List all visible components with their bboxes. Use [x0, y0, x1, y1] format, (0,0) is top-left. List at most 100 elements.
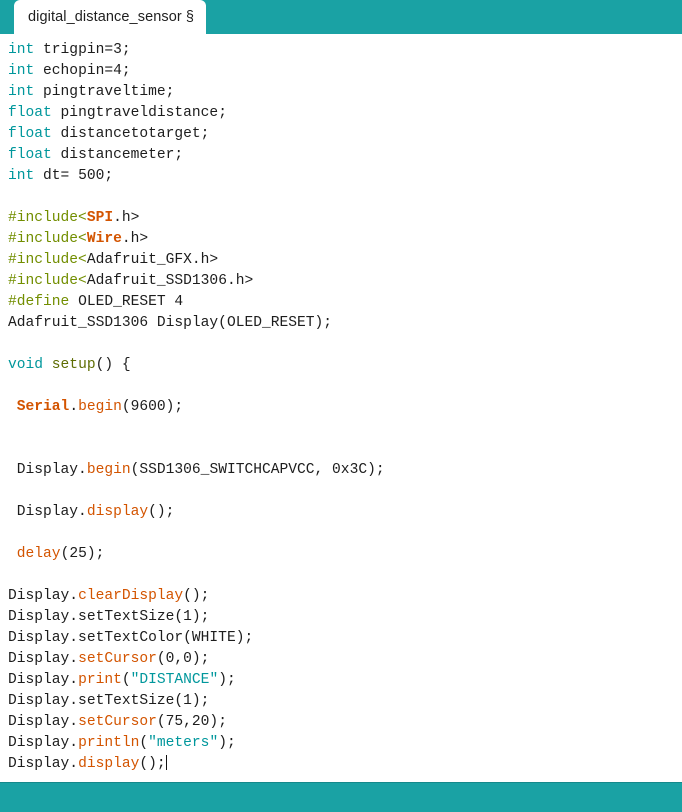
code-token-preprocessor: #define — [8, 294, 70, 310]
code-line: Display.setCursor(0,0); — [8, 649, 682, 670]
code-token-plain: Display.setTextColor(WHITE); — [8, 630, 254, 646]
code-token-plain: OLED_RESET 4 — [69, 294, 184, 310]
code-token-plain: (SSD1306_SWITCHCAPVCC, 0x3C); — [130, 462, 385, 478]
code-token-plain: Display. — [8, 735, 79, 751]
sketch-tab-digital-distance-sensor[interactable]: digital_distance_sensor § — [14, 0, 206, 34]
code-text-area[interactable]: int trigpin=3; int echopin=4; int pingtrav… — [0, 40, 682, 775]
code-line: #include<Adafruit_GFX.h> — [8, 250, 682, 271]
code-token-plain: pingtraveldistance; — [51, 105, 227, 121]
code-token-preprocessor: #include< — [8, 252, 87, 268]
code-token-keyword: int — [8, 84, 35, 100]
code-token-preprocessor: #include< — [8, 231, 87, 247]
code-token-plain: .h> — [113, 210, 140, 226]
code-token-plain: Adafruit_GFX.h> — [86, 252, 219, 268]
code-token-keyword: int — [8, 63, 35, 79]
code-token-plain: Display. — [8, 756, 79, 772]
code-line: int echopin=4; — [8, 61, 682, 82]
code-token-plain: Display.setTextSize(1); — [8, 693, 210, 709]
code-token-preprocessor: #include< — [8, 273, 87, 289]
code-token-plain: Adafruit_SSD1306 Display(OLED_RESET); — [8, 315, 333, 331]
code-token-function: begin — [86, 462, 131, 478]
status-bar — [0, 782, 682, 812]
code-line: Adafruit_SSD1306 Display(OLED_RESET); — [8, 313, 682, 334]
code-line: float pingtraveldistance; — [8, 103, 682, 124]
code-line: float distancemeter; — [8, 145, 682, 166]
code-line: Serial.begin(9600); — [8, 397, 682, 418]
code-token-keyword: float — [8, 147, 52, 163]
code-token-function: println — [78, 735, 140, 751]
code-token-setup_function: setup — [51, 357, 96, 373]
code-token-plain: Display. — [8, 714, 79, 730]
code-line: Display.println("meters"); — [8, 733, 682, 754]
code-token-keyword: float — [8, 105, 52, 121]
code-line: void setup() { — [8, 355, 682, 376]
code-line: int dt= 500; — [8, 166, 682, 187]
code-token-plain: distancetotarget; — [51, 126, 210, 142]
code-line: Display.setTextColor(WHITE); — [8, 628, 682, 649]
code-token-plain: echopin=4; — [34, 63, 131, 79]
code-line: Display.display(); — [8, 502, 682, 523]
code-line: Display.setTextSize(1); — [8, 691, 682, 712]
code-line: Display.display(); — [8, 754, 682, 775]
code-token-plain: ); — [218, 735, 236, 751]
code-token-plain: (25); — [60, 546, 105, 562]
code-line: float distancetotarget; — [8, 124, 682, 145]
code-editor-pane[interactable]: int trigpin=3; int echopin=4; int pingtrav… — [0, 34, 682, 782]
code-token-plain: Display. — [8, 672, 79, 688]
text-cursor — [165, 755, 167, 770]
code-token-preprocessor: #include< — [8, 210, 87, 226]
code-token-function: clearDisplay — [78, 588, 184, 604]
code-token-keyword: int — [8, 168, 35, 184]
code-line: #include<SPI.h> — [8, 208, 682, 229]
code-line: Display.setCursor(75,20); — [8, 712, 682, 733]
code-token-plain: (); — [183, 588, 210, 604]
arduino-ide-window: digital_distance_sensor § int trigpin=3;… — [0, 0, 682, 812]
code-line: int trigpin=3; — [8, 40, 682, 61]
code-token-function: setCursor — [78, 651, 157, 667]
code-token-plain: dt= 500; — [34, 168, 114, 184]
code-token-plain: distancemeter; — [51, 147, 184, 163]
code-token-function: setCursor — [78, 714, 157, 730]
code-line: Display.clearDisplay(); — [8, 586, 682, 607]
code-token-plain: Display. — [8, 588, 79, 604]
code-token-function: display — [86, 504, 149, 520]
code-line: int pingtraveltime; — [8, 82, 682, 103]
code-token-function: print — [78, 672, 122, 688]
code-line: Display.print("DISTANCE"); — [8, 670, 682, 691]
code-line: Display.begin(SSD1306_SWITCHCAPVCC, 0x3C… — [8, 460, 682, 481]
code-token-plain: () { — [95, 357, 131, 373]
code-token-function: begin — [78, 399, 122, 415]
code-token-string: "DISTANCE" — [130, 672, 219, 688]
code-token-plain: .h> — [121, 231, 149, 247]
code-token-keyword: float — [8, 126, 52, 142]
code-token-plain: Display. — [8, 462, 87, 478]
code-token-plain: (0,0); — [156, 651, 210, 667]
code-token-plain: (75,20); — [156, 714, 227, 730]
code-token-plain: ( — [121, 672, 131, 688]
code-token-plain: ); — [218, 672, 236, 688]
code-token-function: delay — [16, 546, 61, 562]
code-token-plain: . — [69, 399, 79, 415]
code-token-string: "meters" — [148, 735, 219, 751]
code-token-keyword: int — [8, 42, 35, 58]
code-token-plain: (); — [139, 756, 166, 772]
code-token-plain: ( — [139, 735, 149, 751]
code-token-plain: pingtraveltime; — [34, 84, 175, 100]
editor-tab-bar: digital_distance_sensor § — [0, 0, 682, 34]
code-token-plain: Adafruit_SSD1306.h> — [86, 273, 254, 289]
code-token-plain: Display. — [8, 651, 79, 667]
code-line: #include<Adafruit_SSD1306.h> — [8, 271, 682, 292]
unsaved-changes-icon: § — [185, 8, 194, 25]
code-line: #define OLED_RESET 4 — [8, 292, 682, 313]
